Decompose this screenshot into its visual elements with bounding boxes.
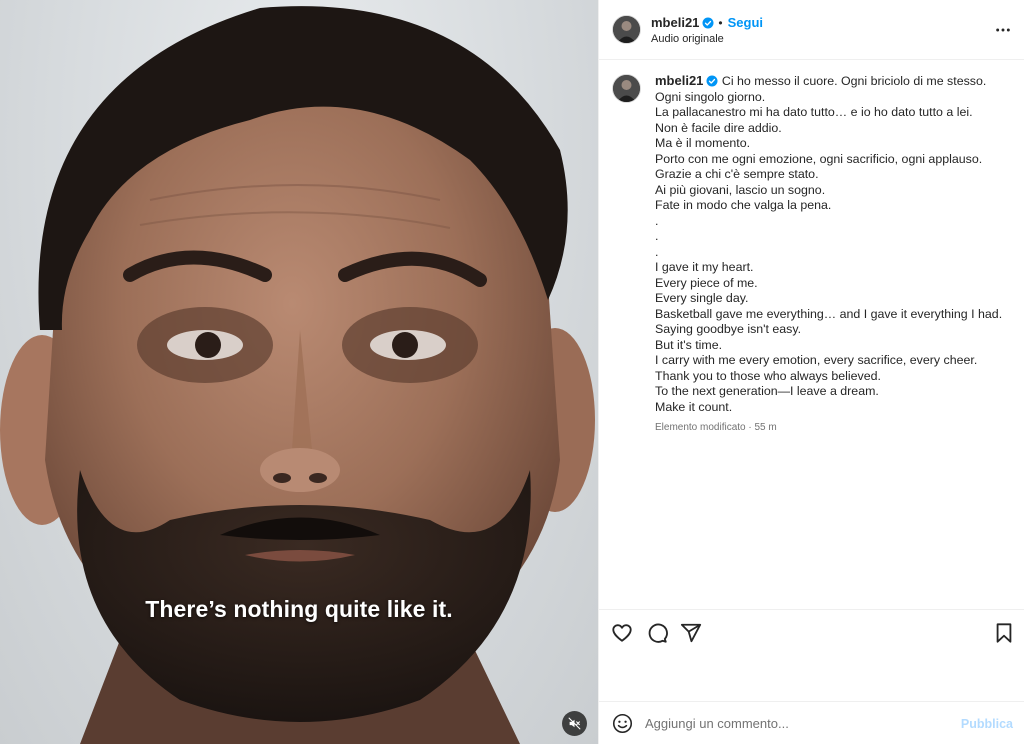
caption-line: Ma è il momento.	[655, 136, 751, 150]
post-header: mbeli21 • Segui Audio originale	[599, 0, 1024, 60]
caption-username[interactable]: mbeli21	[655, 73, 703, 88]
caption-line: Make it count.	[655, 399, 733, 414]
caption-line: Saying goodbye isn't easy.	[655, 322, 802, 336]
caption-line: .	[655, 244, 659, 259]
mute-button[interactable]	[562, 711, 587, 736]
emoji-icon[interactable]	[612, 713, 633, 734]
caption-line: Non è facile dire addio.	[655, 120, 782, 135]
speaker-muted-icon	[568, 717, 581, 730]
send-icon[interactable]	[680, 622, 702, 644]
video-subtitle: There’s nothing quite like it.	[145, 596, 453, 622]
author-avatar[interactable]	[613, 16, 640, 43]
caption-line: Ogni singolo giorno.	[655, 89, 766, 104]
caption-line: .	[655, 213, 659, 228]
caption-line: Every piece of me.	[655, 275, 758, 290]
follow-button[interactable]: Segui	[728, 15, 763, 30]
portrait-image	[0, 6, 595, 744]
more-horizontal-icon[interactable]	[995, 22, 1011, 38]
caption-line: .	[655, 229, 659, 243]
author-username[interactable]: mbeli21	[651, 15, 699, 30]
caption-first-line: Ci ho messo il cuore. Ogni briciolo di m…	[721, 74, 987, 88]
bookmark-icon[interactable]	[993, 622, 1015, 644]
original-audio-link[interactable]: Audio originale	[651, 33, 724, 45]
caption-line: Basketball gave me everything… and I gav…	[655, 306, 1003, 321]
header-separator: •	[718, 16, 723, 30]
caption-line: Porto con me ogni emozione, ogni sacrifi…	[655, 151, 983, 166]
caption-line: Fate in modo che valga la pena.	[655, 198, 832, 212]
caption-line: But it's time.	[655, 337, 723, 352]
comment-icon[interactable]	[646, 622, 668, 644]
caption-line: I carry with me every emotion, every sac…	[655, 353, 978, 367]
caption-author-avatar[interactable]	[613, 75, 640, 102]
heart-icon[interactable]	[611, 622, 633, 644]
caption-line: La pallacanestro mi ha dato tutto… e io …	[655, 105, 973, 119]
post-actions	[599, 609, 1024, 701]
caption-lines: Ogni singolo giorno. La pallacanestro mi …	[655, 90, 1007, 416]
caption-line: To the next generation—I leave a dream.	[655, 384, 879, 398]
caption-line: Thank you to those who always believed.	[655, 368, 881, 383]
post-media[interactable]: There’s nothing quite like it.	[0, 0, 598, 744]
post-caption: mbeli21 Ci ho messo il cuore. Ogni brici…	[655, 73, 1007, 436]
caption-line: Grazie a chi c'è sempre stato.	[655, 167, 819, 181]
publish-button[interactable]: Pubblica	[961, 717, 1013, 731]
comment-input[interactable]	[645, 712, 945, 734]
comments-section[interactable]: mbeli21 Ci ho messo il cuore. Ogni brici…	[599, 61, 1024, 609]
caption-line: I gave it my heart.	[655, 260, 754, 274]
caption-meta: Elemento modificato · 55 m	[655, 422, 777, 433]
verified-badge-icon	[702, 17, 714, 29]
caption-line: Ai più giovani, lascio un sogno.	[655, 182, 826, 197]
add-comment-bar: Pubblica	[599, 701, 1024, 744]
caption-line: Every single day.	[655, 291, 749, 305]
post-side-panel: mbeli21 • Segui Audio originale mbeli21 Ci…	[598, 0, 1024, 744]
verified-badge-icon	[706, 75, 718, 87]
